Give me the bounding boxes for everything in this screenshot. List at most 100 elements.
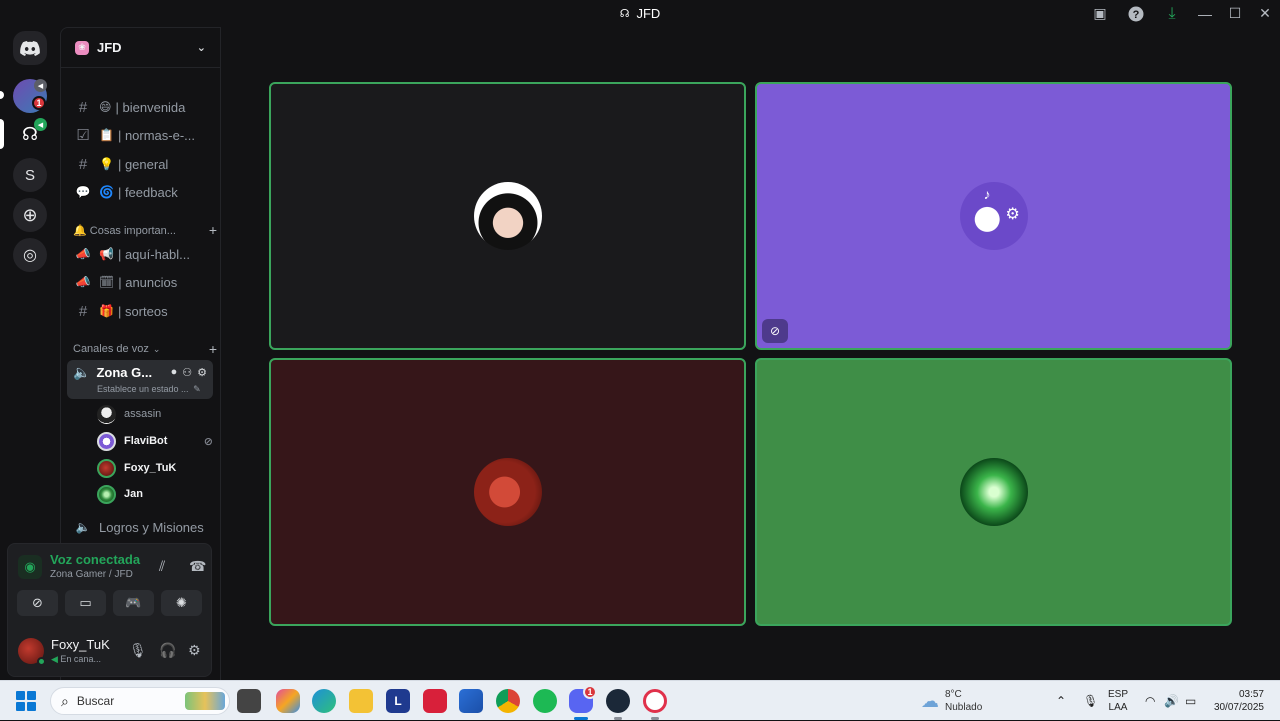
- channel-aqui-hablamos[interactable]: 📣 📢 | aquí-habl...: [67, 241, 215, 267]
- user-name: assasin: [124, 408, 162, 420]
- voice-channel-logros[interactable]: 🔈 Logros y Misiones: [67, 514, 215, 540]
- language-indicator[interactable]: ESP LAA: [1108, 688, 1128, 714]
- soundboard-button[interactable]: ✺: [161, 590, 202, 616]
- clock-date: 30/07/2025: [1213, 702, 1264, 713]
- user-avatar: [473, 182, 542, 250]
- headphones-icon[interactable]: 🎧: [159, 642, 176, 659]
- chat-bubble-icon[interactable]: ●: [171, 366, 178, 379]
- channel-emoji: 📢: [99, 247, 114, 261]
- user-status-text: En cana...: [60, 654, 101, 664]
- channel-emoji: 🗓: [99, 275, 115, 289]
- help-icon[interactable]: ?: [1118, 0, 1154, 27]
- microphone-tray-icon[interactable]: 🎙: [1083, 681, 1098, 721]
- channel-label: | anuncios: [118, 274, 178, 290]
- edge-icon[interactable]: [312, 689, 336, 713]
- hash-icon: #: [78, 98, 88, 116]
- gear-icon[interactable]: ⚙: [188, 642, 201, 659]
- invite-icon[interactable]: ⚇: [182, 366, 192, 379]
- video-tile-assasin[interactable]: [269, 82, 746, 350]
- spotify-icon[interactable]: [533, 689, 557, 713]
- channel-feedback[interactable]: 💬 🌀 | feedback: [67, 179, 215, 205]
- microphone-icon[interactable]: 🎙: [129, 642, 147, 659]
- clock-time: 03:57: [1238, 689, 1264, 700]
- user-avatar: [473, 458, 542, 526]
- channel-sorteos[interactable]: # 🎁 | sorteos: [67, 298, 215, 324]
- inbox-icon[interactable]: ▣: [1082, 0, 1118, 27]
- category-canales-de-voz[interactable]: Canales de voz ⌄ +: [73, 341, 217, 357]
- user-avatar: ♪ ⚙: [959, 182, 1028, 250]
- voice-user-jan[interactable]: Jan: [97, 483, 213, 505]
- home-button[interactable]: [13, 31, 47, 65]
- user-name: FlaviBot: [124, 435, 168, 447]
- voice-user-flavibot[interactable]: FlaviBot ⊘: [97, 430, 213, 452]
- add-channel-icon[interactable]: +: [209, 341, 217, 357]
- disconnect-icon[interactable]: ☎: [189, 558, 206, 575]
- add-server-button[interactable]: ⊕: [13, 198, 47, 232]
- task-view-icon[interactable]: [237, 689, 261, 713]
- wifi-icon[interactable]: ◠: [1145, 681, 1155, 721]
- gear-icon[interactable]: ⚙: [197, 366, 207, 379]
- server-logo-icon: ❀: [75, 40, 89, 55]
- close-button[interactable]: ✕: [1250, 0, 1280, 27]
- battery-icon[interactable]: ▭: [1185, 681, 1196, 721]
- server-icon: ☊: [619, 8, 630, 20]
- camera-off-icon: ⊘: [203, 435, 213, 448]
- minimize-button[interactable]: —: [1190, 0, 1220, 27]
- discover-button[interactable]: ◎: [13, 238, 47, 272]
- video-tile-foxy-tuk[interactable]: [269, 358, 746, 626]
- l-app-icon[interactable]: L: [386, 689, 410, 713]
- video-tile-jan[interactable]: [755, 358, 1232, 626]
- weather-widget[interactable]: ☁ 8°C Nublado: [921, 688, 982, 714]
- music-note-icon: ♪: [983, 186, 991, 202]
- speaker-icon: ◀: [51, 654, 61, 664]
- voice-connection-status[interactable]: Voz conectada: [50, 552, 140, 567]
- voice-channel-status[interactable]: Establece un estado ... ✎: [73, 384, 207, 395]
- voice-connection-location[interactable]: Zona Gamer / JFD: [50, 569, 133, 580]
- chrome-icon[interactable]: [496, 689, 520, 713]
- volume-icon[interactable]: 🔊: [1164, 681, 1179, 721]
- category-cosas-importantes[interactable]: 🔔 Cosas importan... +: [73, 222, 217, 238]
- avatar: [97, 404, 116, 424]
- add-channel-icon[interactable]: +: [209, 222, 217, 238]
- opera-icon[interactable]: [643, 689, 667, 713]
- avatar: [97, 484, 116, 504]
- maximize-button[interactable]: ☐: [1220, 0, 1250, 27]
- weather-temp: 8°C: [945, 689, 962, 700]
- opera-gx-icon[interactable]: [423, 689, 447, 713]
- activities-button[interactable]: 🎮: [113, 590, 154, 616]
- voice-channel-actions: ● ⚇ ⚙: [171, 366, 207, 379]
- tray-chevron-icon[interactable]: ⌃: [1056, 681, 1066, 721]
- user-name[interactable]: Foxy_TuK: [51, 637, 110, 652]
- server-header[interactable]: ❀ JFD ⌄: [61, 28, 220, 68]
- voice-user-foxy-tuk[interactable]: Foxy_TuK: [97, 457, 213, 479]
- gear-icon: ⚙: [1005, 206, 1020, 223]
- channel-general[interactable]: # 💡 | general: [67, 151, 215, 177]
- download-icon[interactable]: ⤓: [1154, 0, 1190, 27]
- channel-normas[interactable]: ☑ 📋 | normas-e-...: [67, 122, 215, 148]
- steam-icon[interactable]: [606, 689, 630, 713]
- taskbar-search[interactable]: ⌕ Buscar: [50, 687, 230, 715]
- channel-bienvenida[interactable]: # 😄 | bienvenida: [67, 94, 215, 120]
- windows-start-icon[interactable]: [16, 691, 36, 711]
- search-icon: ⌕: [61, 692, 69, 709]
- avatar: [97, 458, 116, 478]
- system-clock[interactable]: 03:57 30/07/2025: [1214, 688, 1264, 714]
- discord-notification-badge: 1: [583, 685, 597, 699]
- voice-status-text: Establece un estado ...: [97, 384, 189, 394]
- server-icon-s[interactable]: S: [13, 158, 47, 192]
- window-title: ☊ JFD: [620, 6, 661, 21]
- online-status-icon: [37, 657, 46, 666]
- channel-emoji: 🌀: [99, 185, 114, 199]
- video-tile-flavibot[interactable]: ♪ ⚙ ⊘: [755, 82, 1232, 350]
- voice-status-row: ◉ Voz conectada Zona Gamer / JFD ⫽ ☎: [16, 552, 206, 584]
- camera-off-button[interactable]: ⊘: [17, 590, 58, 616]
- store-icon[interactable]: [459, 689, 483, 713]
- signal-icon[interactable]: ◉: [18, 555, 42, 579]
- screen-share-button[interactable]: ▭: [65, 590, 106, 616]
- copilot-icon[interactable]: [276, 689, 300, 713]
- channel-anuncios[interactable]: 📣 🗓 | anuncios: [67, 269, 215, 295]
- file-explorer-icon[interactable]: [349, 689, 373, 713]
- voice-channel-zona-gamer[interactable]: 🔈 Zona G... ● ⚇ ⚙ Establece un estado ..…: [67, 360, 213, 399]
- noise-suppression-icon[interactable]: ⫽: [159, 558, 165, 575]
- voice-user-assasin[interactable]: assasin: [97, 403, 213, 425]
